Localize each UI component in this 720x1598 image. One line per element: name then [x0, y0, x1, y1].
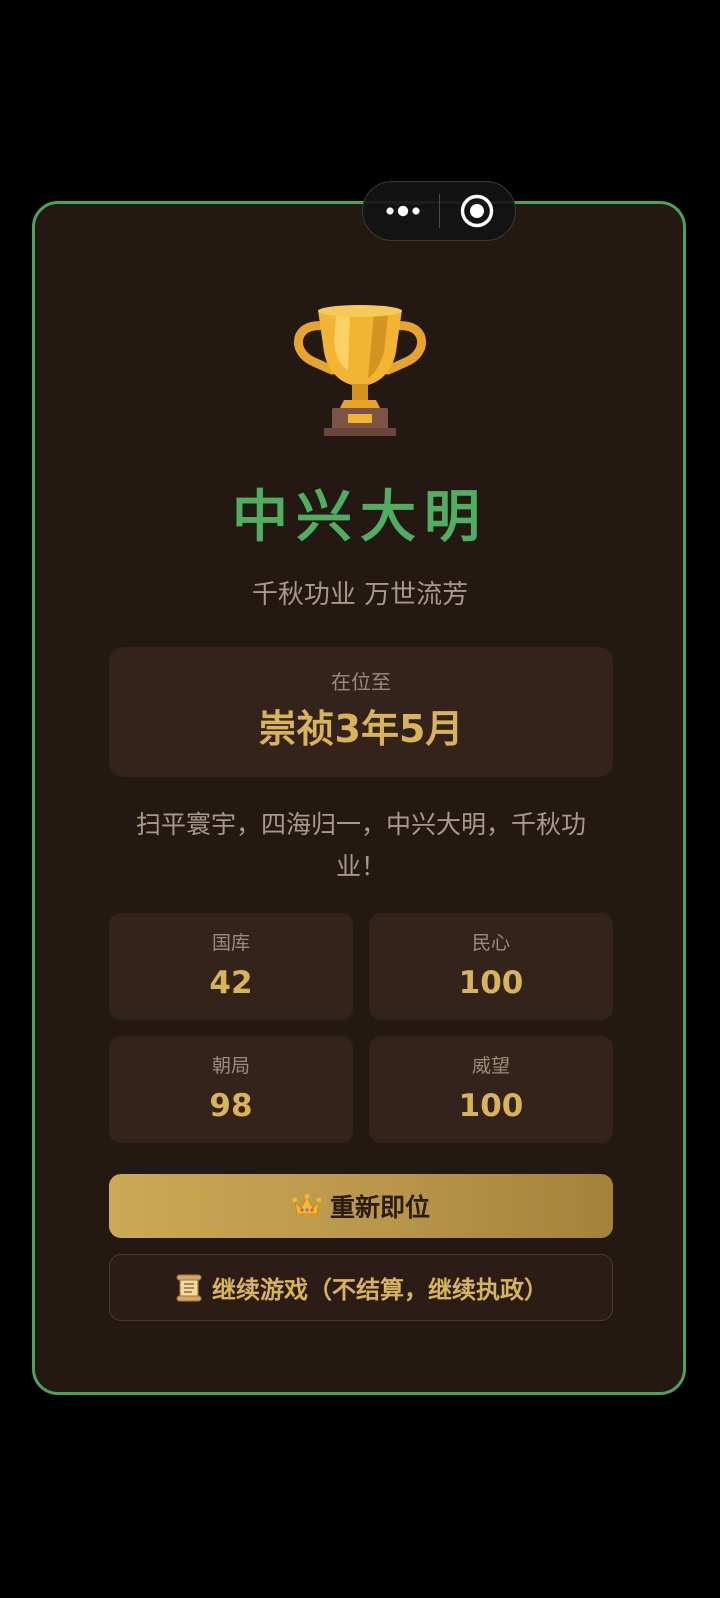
- reign-label: 在位至: [331, 670, 391, 694]
- continue-button[interactable]: 继续游戏（不结算，继续执政）: [109, 1254, 613, 1321]
- restart-button-label: 重新即位: [329, 1193, 430, 1222]
- stat-court: 朝局 98: [109, 1036, 353, 1143]
- stat-treasury: 国库 42: [109, 913, 353, 1020]
- ending-title: 中兴大明: [232, 485, 488, 550]
- stat-prestige: 威望 100: [369, 1036, 613, 1143]
- restart-button[interactable]: 重新即位: [109, 1174, 613, 1238]
- reign-value: 崇祯3年5月: [258, 707, 464, 751]
- game-screen: 中兴大明 千秋功业 万世流芳 在位至 崇祯3年5月 扫平寰宇，四海归一，中兴大明…: [0, 0, 720, 1598]
- stat-label: 威望: [471, 1055, 510, 1077]
- ending-message: 扫平寰宇，四海归一，中兴大明，千秋功业！: [135, 810, 586, 881]
- stat-label: 国库: [211, 932, 250, 954]
- reign-panel: 在位至 崇祯3年5月: [109, 647, 613, 777]
- stat-value: 98: [209, 1088, 253, 1124]
- stat-value: 100: [458, 1088, 524, 1124]
- trophy-icon: [288, 300, 432, 438]
- ending-subtitle: 千秋功业 万世流芳: [251, 580, 469, 610]
- stat-label: 民心: [471, 932, 510, 954]
- capsule-divider: [439, 194, 440, 228]
- scroll-icon: [174, 1273, 204, 1303]
- crown-icon: [292, 1193, 322, 1219]
- stat-value: 42: [209, 965, 253, 1001]
- more-dots-icon[interactable]: [383, 182, 423, 239]
- stat-value: 100: [458, 965, 524, 1001]
- mini-program-capsule: [362, 181, 516, 241]
- target-circle-icon[interactable]: [459, 193, 495, 229]
- stat-popular-support: 民心 100: [369, 913, 613, 1020]
- continue-button-label: 继续游戏（不结算，继续执政）: [212, 1276, 548, 1304]
- stat-label: 朝局: [211, 1055, 250, 1077]
